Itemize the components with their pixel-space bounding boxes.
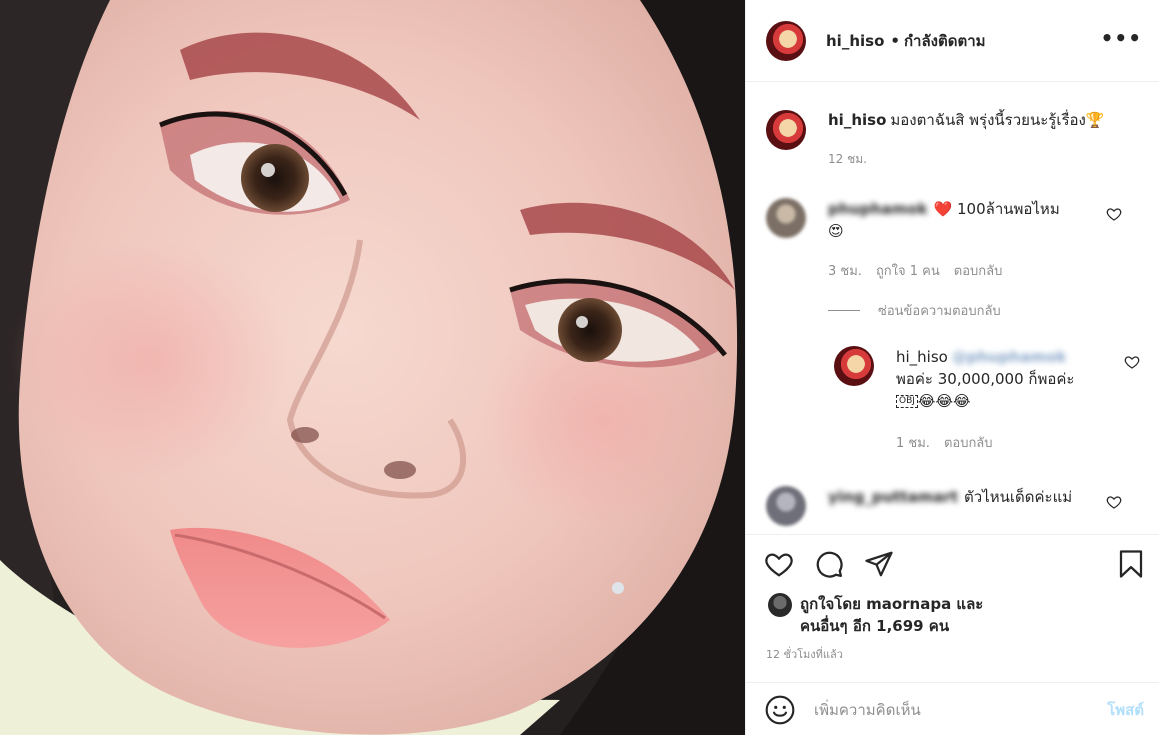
follow-status-button[interactable]: กำลังติดตาม [904,29,986,53]
likes-line-1: ถูกใจโดย maornapa และ [800,595,984,613]
comment-body: ying_puttamart ตัวไหนเด็ดค่ะแม่ [828,486,1140,526]
comments-list[interactable]: hi_hiso มองตาฉันสิ พรุ่งนี้รวยนะรู้เรื่อง… [746,82,1159,534]
add-comment-bar: เพิ่มความคิดเห็น โพสต์ [746,682,1159,735]
post-comment-button[interactable]: โพสต์ [1107,698,1144,722]
comment-like-heart-icon[interactable] [1106,206,1122,222]
likes-summary[interactable]: ถูกใจโดย maornapa และ คนอื่นๆ อีก 1,699 … [768,593,983,637]
post-photo[interactable] [0,0,745,735]
comment-item: ying_puttamart ตัวไหนเด็ดค่ะแม่ [766,486,1140,526]
bookmark-icon[interactable] [1116,549,1146,579]
caption-username[interactable]: hi_hiso [828,111,886,129]
more-options-icon[interactable]: ••• [1101,26,1142,50]
commenter-username[interactable]: ying_puttamart [828,488,958,506]
emoji-icon[interactable] [764,694,796,726]
comment-item: phuphamok ❤️ 100ล้านพอไหม 😍 [766,198,1140,242]
caption-text-block: hi_hiso มองตาฉันสิ พรุ่งนี้รวยนะรู้เรื่อง… [828,110,1105,150]
caption-text: มองตาฉันสิ พรุ่งนี้รวยนะรู้เรื่อง🏆 [890,111,1105,129]
comment-body: phuphamok ❤️ 100ล้านพอไหม 😍 [828,198,1140,242]
comment-like-heart-icon[interactable] [1106,494,1122,510]
reply-button[interactable]: ตอบกลับ [954,260,1003,281]
action-icons [764,549,894,579]
reply-item: hi_hiso @phuphamok พอค่ะ 30,000,000 ก็พอค… [834,346,1140,412]
reply-reply-button[interactable]: ตอบกลับ [944,432,993,453]
post-side-panel: hi_hiso • กำลังติดตาม ••• hi_hiso มองตาฉั… [745,0,1159,735]
caption-avatar[interactable] [766,110,806,150]
share-icon[interactable] [864,549,894,579]
reply-author-avatar[interactable] [834,346,874,386]
selfie-image [0,0,745,735]
comment-likes-count[interactable]: ถูกใจ 1 คน [876,260,940,281]
liker-avatar[interactable] [768,593,792,617]
author-avatar[interactable] [766,20,806,61]
separator-dot: • [890,31,900,50]
hide-replies-button[interactable]: ซ่อนข้อความตอบกลับ [828,300,1001,321]
likes-text: ถูกใจโดย maornapa และ คนอื่นๆ อีก 1,699 … [800,593,983,637]
reply-mention[interactable]: @phuphamok [952,348,1067,366]
reply-emojis: 😂😂😂 [917,392,971,410]
reply-like-heart-icon[interactable] [1124,354,1140,370]
heart-icon[interactable] [764,549,794,579]
reply-meta: 1 ชม. ตอบกลับ [896,432,993,453]
caption-time: 12 ชม. [828,152,867,166]
commenter-username[interactable]: phuphamok [828,200,928,218]
post-actions: ถูกใจโดย maornapa และ คนอื่นๆ อีก 1,699 … [746,534,1159,735]
comment-emoji: 😍 [828,222,844,240]
reply-time: 1 ชม. [896,436,930,451]
comment-icon[interactable] [814,549,844,579]
reply-username[interactable]: hi_hiso [896,348,948,366]
comment-meta: 3 ชม. ถูกใจ 1 คน ตอบกลับ [828,260,1002,281]
comment-time: 3 ชม. [828,264,862,279]
reply-body: hi_hiso @phuphamok พอค่ะ 30,000,000 ก็พอค… [896,346,1140,412]
comment-input[interactable]: เพิ่มความคิดเห็น [814,698,1107,722]
replies-divider-line [828,310,860,311]
obj-placeholder: OBJ [896,395,918,408]
commenter-avatar[interactable] [766,486,806,526]
reply-text: พอค่ะ 30,000,000 ก็พอค่ะ [896,370,1075,388]
post-timestamp[interactable]: 12 ชั่วโมงที่แล้ว [766,645,843,663]
commenter-avatar[interactable] [766,198,806,238]
post-caption: hi_hiso มองตาฉันสิ พรุ่งนี้รวยนะรู้เรื่อง… [766,110,1105,150]
author-username[interactable]: hi_hiso [826,32,884,50]
hide-replies-label: ซ่อนข้อความตอบกลับ [878,304,1001,319]
comment-text: ❤️ 100ล้านพอไหม [933,200,1060,218]
post-header: hi_hiso • กำลังติดตาม ••• [746,0,1159,82]
comment-text: ตัวไหนเด็ดค่ะแม่ [964,488,1073,506]
likes-line-2[interactable]: คนอื่นๆ อีก 1,699 คน [800,615,983,637]
